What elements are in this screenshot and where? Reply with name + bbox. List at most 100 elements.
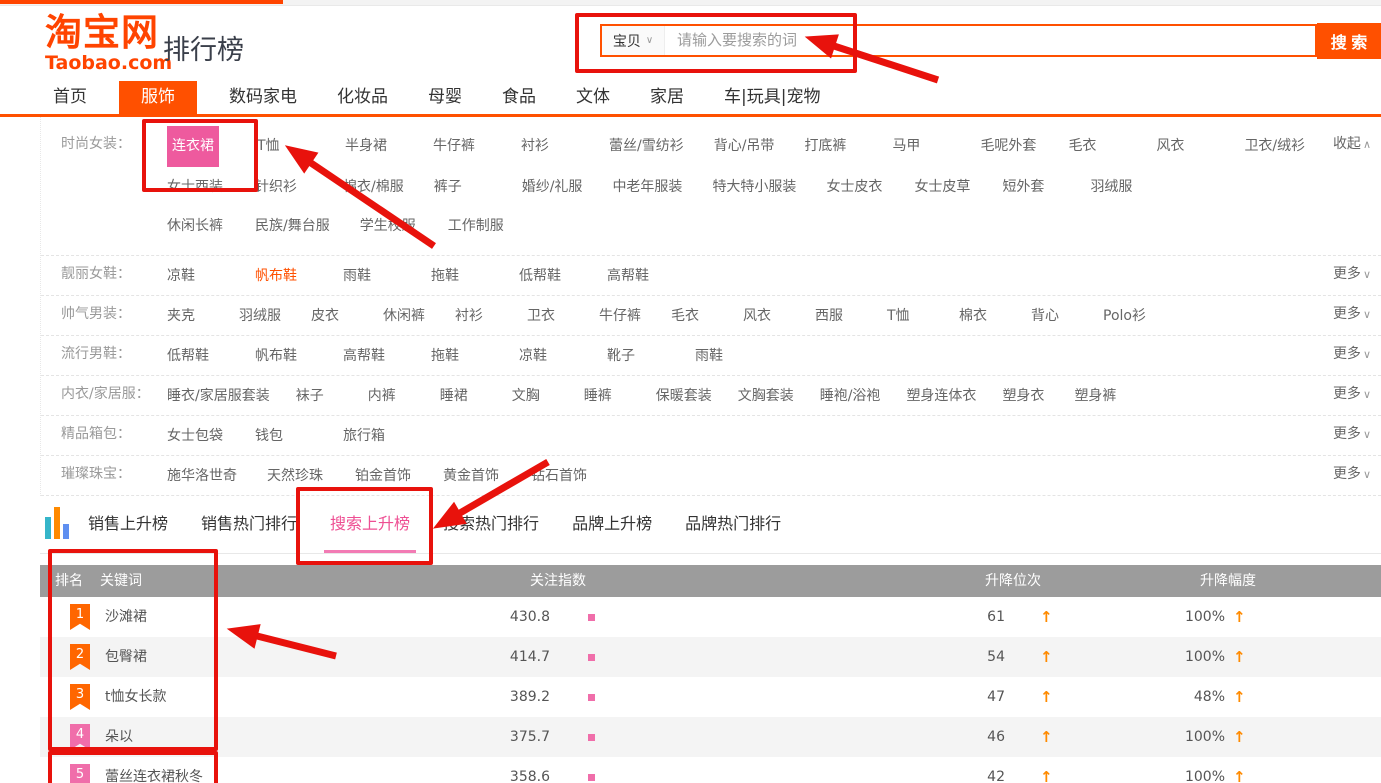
category-item[interactable]: 雨鞋 <box>695 338 753 375</box>
category-item[interactable]: 背心 <box>1031 298 1077 335</box>
more-link[interactable]: 更多∨ <box>1333 256 1371 293</box>
category-item[interactable]: 夹克 <box>167 298 213 335</box>
category-item[interactable]: T恤 <box>887 298 933 335</box>
category-item[interactable]: 低帮鞋 <box>167 338 225 375</box>
category-item[interactable]: 袜子 <box>296 378 342 415</box>
category-item[interactable]: 高帮鞋 <box>343 338 401 375</box>
category-item[interactable]: 特大特小服装 <box>712 169 796 206</box>
category-item[interactable]: 保暖套装 <box>656 378 712 415</box>
category-item[interactable]: 蕾丝/雪纺衫 <box>609 128 684 165</box>
category-item[interactable]: 针织衫 <box>255 169 313 206</box>
category-item[interactable]: 卫衣/绒衫 <box>1244 128 1305 165</box>
category-item[interactable]: 女士西装 <box>167 169 225 206</box>
table-row[interactable]: 2包臀裙414.754↑100%↑ <box>40 637 1381 677</box>
category-item[interactable]: 毛呢外套 <box>980 128 1038 165</box>
category-item[interactable]: 雨鞋 <box>343 258 401 295</box>
keyword-link[interactable]: t恤女长款 <box>105 677 167 717</box>
category-item[interactable]: 帆布鞋 <box>255 258 313 295</box>
table-row[interactable]: 5蕾丝连衣裙秋冬358.642↑100%↑ <box>40 757 1381 783</box>
category-item[interactable]: 棉衣 <box>959 298 1005 335</box>
keyword-link[interactable]: 朵以 <box>105 717 133 757</box>
ranking-tab[interactable]: 品牌上升榜 <box>572 514 652 551</box>
keyword-link[interactable]: 包臀裙 <box>105 637 147 677</box>
category-item[interactable]: 拖鞋 <box>431 338 489 375</box>
category-item[interactable]: 西服 <box>815 298 861 335</box>
collapse-link[interactable]: 收起∧ <box>1333 126 1371 163</box>
category-item[interactable]: 牛仔裤 <box>599 298 645 335</box>
category-item[interactable]: 靴子 <box>607 338 665 375</box>
category-item[interactable]: 旅行箱 <box>343 418 401 455</box>
nav-tab[interactable]: 食品 <box>494 81 544 114</box>
category-item[interactable]: 休闲长裤 <box>167 208 225 245</box>
category-item[interactable]: 女士皮草 <box>914 169 972 206</box>
category-item[interactable]: 高帮鞋 <box>607 258 665 295</box>
nav-tab[interactable]: 文体 <box>568 81 618 114</box>
category-item[interactable]: 连衣裙 <box>167 126 219 167</box>
keyword-link[interactable]: 蕾丝连衣裙秋冬 <box>105 757 203 783</box>
category-item[interactable]: 衬衫 <box>455 298 501 335</box>
category-item[interactable]: 婚纱/礼服 <box>522 169 583 206</box>
category-item[interactable]: 卫衣 <box>527 298 573 335</box>
ranking-tab-active[interactable]: 搜索上升榜 <box>330 514 410 551</box>
category-item[interactable]: 羽绒服 <box>239 298 285 335</box>
keyword-link[interactable]: 沙滩裙 <box>105 597 147 637</box>
category-item[interactable]: 风衣 <box>743 298 789 335</box>
category-item[interactable]: 衬衫 <box>521 128 579 165</box>
more-link[interactable]: 更多∨ <box>1333 296 1371 333</box>
search-button[interactable]: 搜 索 <box>1317 23 1381 59</box>
category-item[interactable]: 学生校服 <box>360 208 418 245</box>
more-link[interactable]: 更多∨ <box>1333 416 1371 453</box>
category-item[interactable]: 牛仔裤 <box>433 128 491 165</box>
category-item[interactable]: 女士包袋 <box>167 418 225 455</box>
category-item[interactable]: Polo衫 <box>1103 298 1149 335</box>
category-item[interactable]: 睡裙 <box>440 378 486 415</box>
more-link[interactable]: 更多∨ <box>1333 456 1371 493</box>
category-item[interactable]: 塑身裤 <box>1074 378 1120 415</box>
table-row[interactable]: 4朵以375.746↑100%↑ <box>40 717 1381 757</box>
category-item[interactable]: 塑身衣 <box>1002 378 1048 415</box>
category-item[interactable]: 睡袍/浴袍 <box>820 378 881 415</box>
category-item[interactable]: 马甲 <box>892 128 950 165</box>
nav-tab[interactable]: 化妆品 <box>329 81 396 114</box>
more-link[interactable]: 更多∨ <box>1333 336 1371 373</box>
category-item[interactable]: T恤 <box>257 128 315 165</box>
category-item[interactable]: 裤子 <box>434 169 492 206</box>
category-item[interactable]: 塑身连体衣 <box>906 378 976 415</box>
more-link[interactable]: 更多∨ <box>1333 376 1371 413</box>
nav-tab[interactable]: 车|玩具|宠物 <box>716 81 828 114</box>
category-item[interactable]: 打底裤 <box>804 128 862 165</box>
category-item[interactable]: 风衣 <box>1156 128 1214 165</box>
nav-tab-active[interactable]: 服饰 <box>119 81 197 114</box>
category-item[interactable]: 半身裙 <box>345 128 403 165</box>
category-item[interactable]: 文胸 <box>512 378 558 415</box>
category-item[interactable]: 毛衣 <box>1068 128 1126 165</box>
table-row[interactable]: 1沙滩裙430.861↑100%↑ <box>40 597 1381 637</box>
category-item[interactable]: 凉鞋 <box>167 258 225 295</box>
category-item[interactable]: 工作制服 <box>448 208 506 245</box>
category-item[interactable]: 帆布鞋 <box>255 338 313 375</box>
category-item[interactable]: 文胸套装 <box>738 378 794 415</box>
category-item[interactable]: 低帮鞋 <box>519 258 577 295</box>
category-item[interactable]: 背心/吊带 <box>714 128 775 165</box>
nav-tab[interactable]: 家居 <box>642 81 692 114</box>
search-input[interactable] <box>665 26 1315 55</box>
ranking-tab[interactable]: 搜索热门排行 <box>443 514 539 551</box>
ranking-tab[interactable]: 销售上升榜 <box>88 514 168 551</box>
category-item[interactable]: 女士皮衣 <box>826 169 884 206</box>
category-item[interactable]: 毛衣 <box>671 298 717 335</box>
ranking-tab[interactable]: 品牌热门排行 <box>685 514 781 551</box>
search-category-dropdown[interactable]: 宝贝 ∨ <box>602 26 665 55</box>
category-item[interactable]: 睡裤 <box>584 378 630 415</box>
category-item[interactable]: 拖鞋 <box>431 258 489 295</box>
category-item[interactable]: 睡衣/家居服套装 <box>167 378 270 415</box>
category-item[interactable]: 棉衣/棉服 <box>343 169 404 206</box>
taobao-logo[interactable]: 淘宝网 Taobao.com <box>45 14 172 73</box>
category-item[interactable]: 短外套 <box>1002 169 1060 206</box>
ranking-tab[interactable]: 销售热门排行 <box>201 514 297 551</box>
nav-tab[interactable]: 数码家电 <box>221 81 305 114</box>
category-item[interactable]: 羽绒服 <box>1090 169 1148 206</box>
nav-tab[interactable]: 首页 <box>45 81 95 114</box>
table-row[interactable]: 3t恤女长款389.247↑48%↑ <box>40 677 1381 717</box>
category-item[interactable]: 休闲裤 <box>383 298 429 335</box>
category-item[interactable]: 凉鞋 <box>519 338 577 375</box>
